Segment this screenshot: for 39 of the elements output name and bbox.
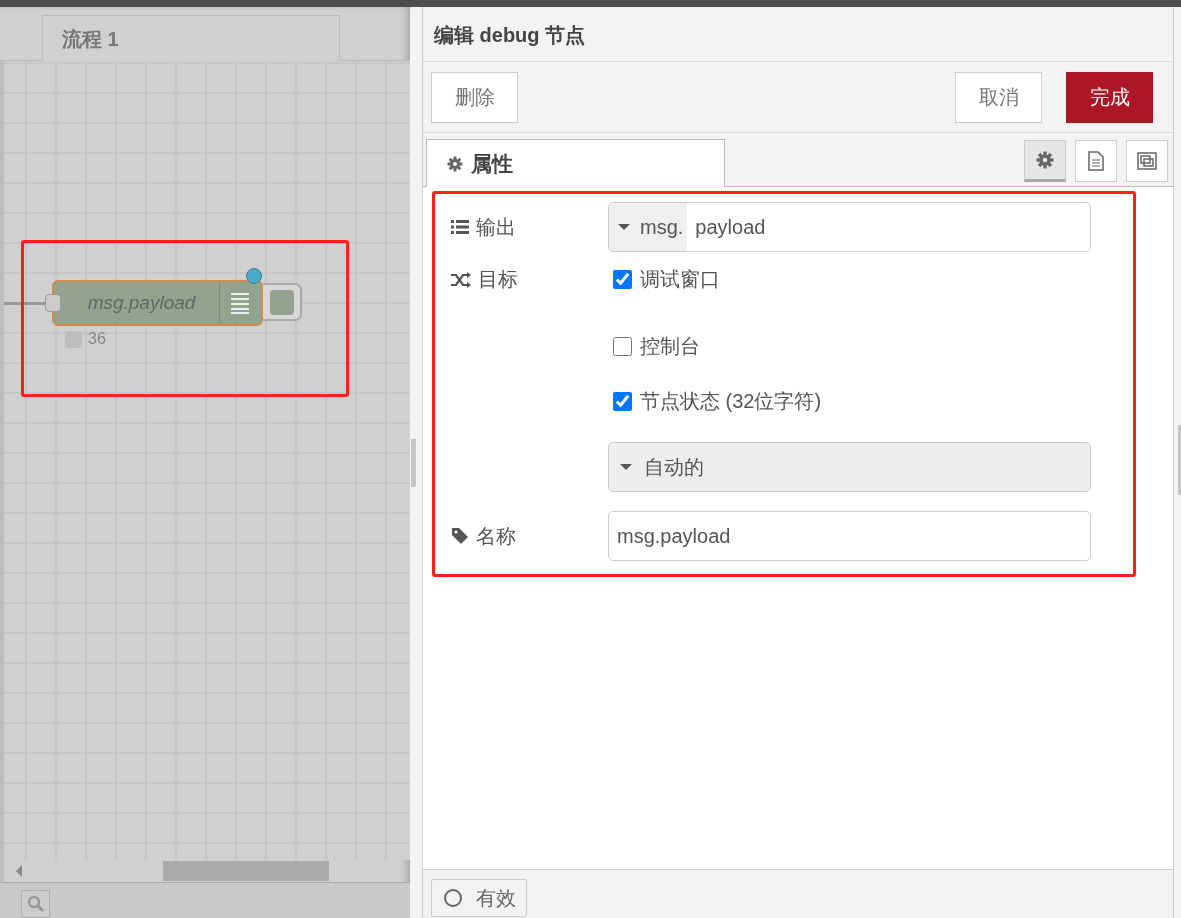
checkbox-label: 控制台	[640, 334, 700, 359]
properties-tab[interactable]: 属性	[426, 139, 725, 187]
checkbox[interactable]	[613, 337, 632, 356]
settings-tab[interactable]	[1024, 140, 1066, 182]
checkbox[interactable]	[613, 269, 632, 289]
delete-button[interactable]: 删除	[431, 71, 518, 123]
scroll-left-icon[interactable]	[16, 865, 22, 877]
type-dropdown[interactable]: msg.	[609, 203, 688, 251]
document-tab[interactable]	[1075, 140, 1117, 182]
list-icon	[231, 292, 249, 314]
node-status: 36	[88, 330, 106, 348]
field-label: 目标	[478, 267, 518, 292]
gear-icon	[1036, 151, 1054, 169]
input-port[interactable]	[45, 294, 61, 312]
frame-tab[interactable]	[1126, 140, 1168, 182]
checkbox-label: 节点状态 (32位字符)	[640, 389, 822, 414]
status-dropdown[interactable]: 自动的	[608, 442, 1091, 492]
gear-icon	[447, 155, 463, 172]
output-field[interactable]: msg. payload	[608, 202, 1091, 252]
name-field[interactable]: msg.payload	[608, 511, 1091, 561]
editor-title: 编辑 debug 节点	[423, 7, 1173, 62]
search-button[interactable]	[21, 889, 50, 918]
document-icon	[1088, 151, 1104, 171]
scrollbar-thumb[interactable]	[163, 861, 329, 881]
done-button[interactable]: 完成	[1066, 71, 1153, 123]
checkbox[interactable]	[613, 392, 632, 411]
checkbox-label: 调试窗口	[640, 266, 720, 292]
list-icon	[451, 220, 469, 234]
splitter-handle[interactable]	[411, 438, 416, 487]
tag-icon	[451, 527, 469, 545]
shuffle-icon	[451, 271, 471, 288]
field-label: 输出	[476, 214, 516, 240]
node-label: msg.payload	[86, 292, 197, 314]
frame-icon	[1136, 151, 1158, 171]
node-toggle-button[interactable]	[263, 283, 302, 321]
cancel-button[interactable]: 取消	[955, 71, 1042, 123]
search-icon	[26, 894, 45, 913]
field-label: 名称	[476, 523, 516, 549]
enabled-toggle[interactable]: 有效	[431, 879, 527, 917]
